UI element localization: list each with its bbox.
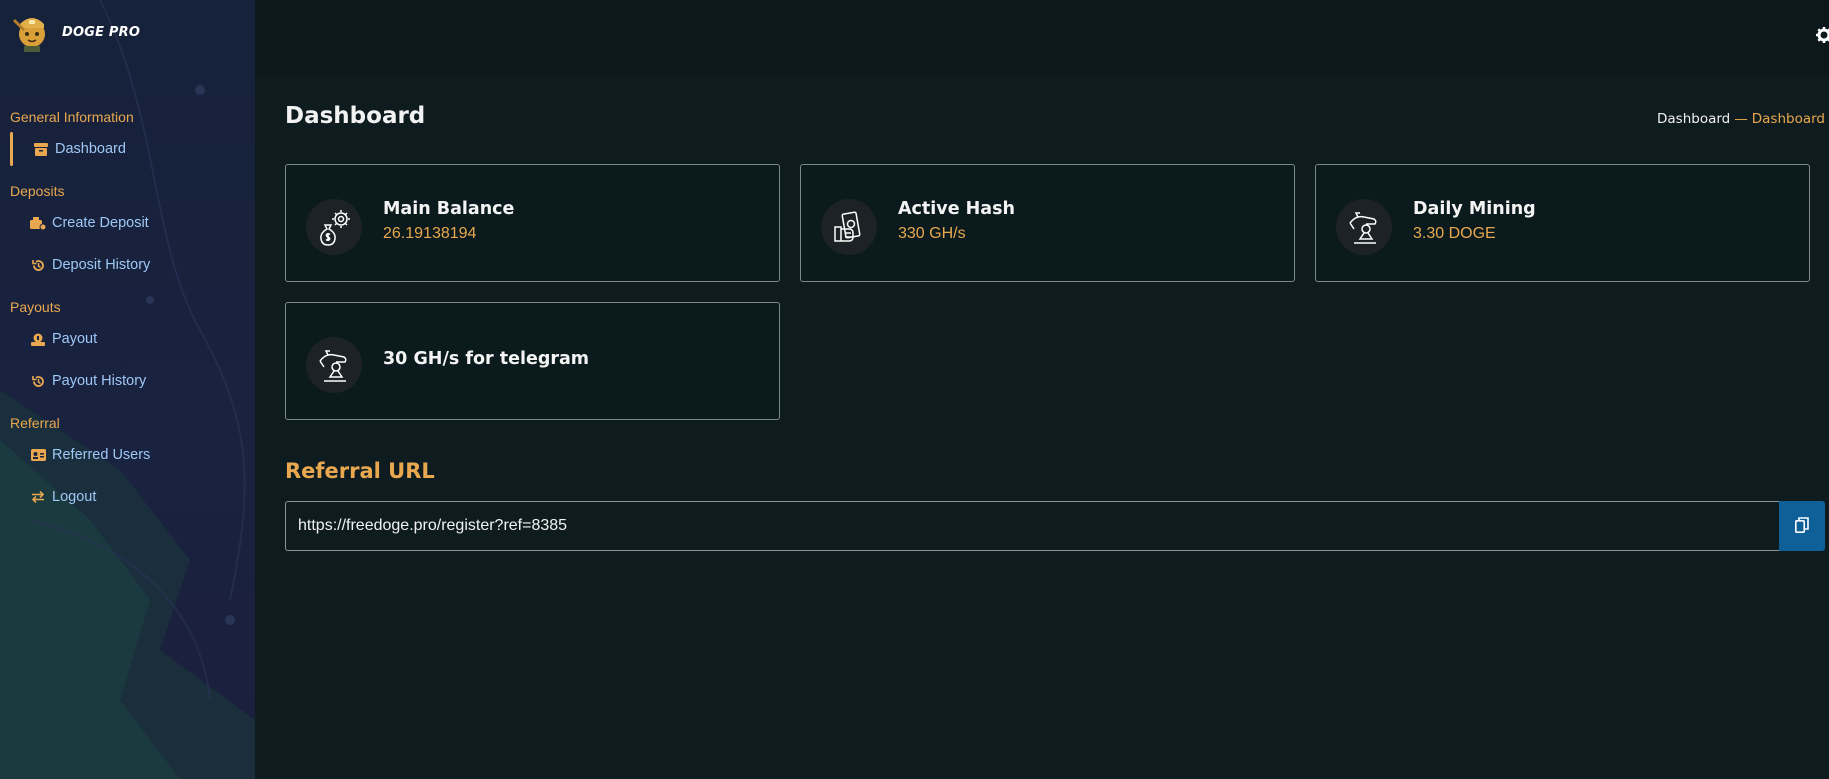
archive-icon xyxy=(33,141,49,157)
copy-referral-button[interactable] xyxy=(1779,501,1825,551)
sidebar-item-label: Create Deposit xyxy=(52,215,149,231)
sidebar-nav: General Information Dashboard Deposits C… xyxy=(0,106,255,518)
sidebar-item-label: Logout xyxy=(52,489,97,505)
history-icon xyxy=(30,257,46,273)
stat-card-telegram-bonus: 30 GH/s for telegram xyxy=(285,302,780,420)
card-title: Active Hash xyxy=(898,199,1015,219)
stat-card-main-balance: Main Balance 26.19138194 xyxy=(285,164,780,282)
nav-section-general: General Information xyxy=(10,109,134,125)
id-card-icon xyxy=(30,447,46,463)
sidebar-item-label: Payout xyxy=(52,331,98,347)
stat-card-daily-mining: Daily Mining 3.30 DOGE xyxy=(1315,164,1810,282)
card-value: 3.30 DOGE xyxy=(1413,225,1496,242)
breadcrumb-separator: — xyxy=(1734,111,1748,127)
sidebar-item-label: Dashboard xyxy=(55,141,126,157)
sidebar-item-create-deposit[interactable]: Create Deposit xyxy=(0,202,255,244)
referral-url-input[interactable] xyxy=(285,501,1779,551)
breadcrumb: Dashboard — Dashboard xyxy=(1657,111,1825,127)
sidebar-item-deposit-history[interactable]: Deposit History xyxy=(0,244,255,286)
sidebar-item-dashboard[interactable]: Dashboard xyxy=(0,128,255,170)
card-value: 330 GH/s xyxy=(898,225,966,242)
history-icon xyxy=(30,373,46,389)
sidebar-item-label: Referred Users xyxy=(52,447,151,463)
sidebar-item-label: Deposit History xyxy=(52,257,151,273)
stat-card-active-hash: Active Hash 330 GH/s xyxy=(800,164,1295,282)
card-title: Main Balance xyxy=(383,199,515,219)
nav-section-payouts: Payouts xyxy=(10,299,61,315)
money-bag-gear-icon xyxy=(306,199,362,255)
page-title: Dashboard xyxy=(285,103,426,129)
topbar xyxy=(255,0,1829,75)
breadcrumb-current: Dashboard xyxy=(1751,111,1825,127)
wallet-add-icon xyxy=(30,215,46,231)
copy-icon xyxy=(1795,516,1809,536)
card-value: 26.19138194 xyxy=(383,225,477,242)
brand-logo[interactable]: DOGE PRO xyxy=(10,10,140,54)
gear-icon[interactable] xyxy=(1815,26,1829,44)
breadcrumb-home-link[interactable]: Dashboard xyxy=(1657,111,1730,127)
brand-name: DOGE PRO xyxy=(62,24,141,40)
sidebar-item-label: Payout History xyxy=(52,373,147,389)
hand-coin-icon xyxy=(1336,199,1392,255)
hand-coin-icon xyxy=(306,337,362,393)
sidebar-item-payout[interactable]: Payout xyxy=(0,318,255,360)
doge-miner-logo-icon xyxy=(12,18,45,52)
nav-section-referral: Referral xyxy=(10,415,60,431)
card-title: Daily Mining xyxy=(1413,199,1536,219)
referral-url-group xyxy=(285,501,1825,551)
sidebar-item-logout[interactable]: Logout xyxy=(0,476,255,518)
nav-section-deposits: Deposits xyxy=(10,183,65,199)
exchange-icon xyxy=(30,489,46,505)
sidebar: DOGE PRO General Information Dashboard D… xyxy=(0,0,255,779)
sidebar-item-referred-users[interactable]: Referred Users xyxy=(0,434,255,476)
sidebar-item-payout-history[interactable]: Payout History xyxy=(0,360,255,402)
coin-hand-icon xyxy=(30,331,46,347)
card-title: 30 GH/s for telegram xyxy=(383,349,590,369)
cash-hand-icon xyxy=(821,199,877,255)
referral-title: Referral URL xyxy=(285,459,435,483)
